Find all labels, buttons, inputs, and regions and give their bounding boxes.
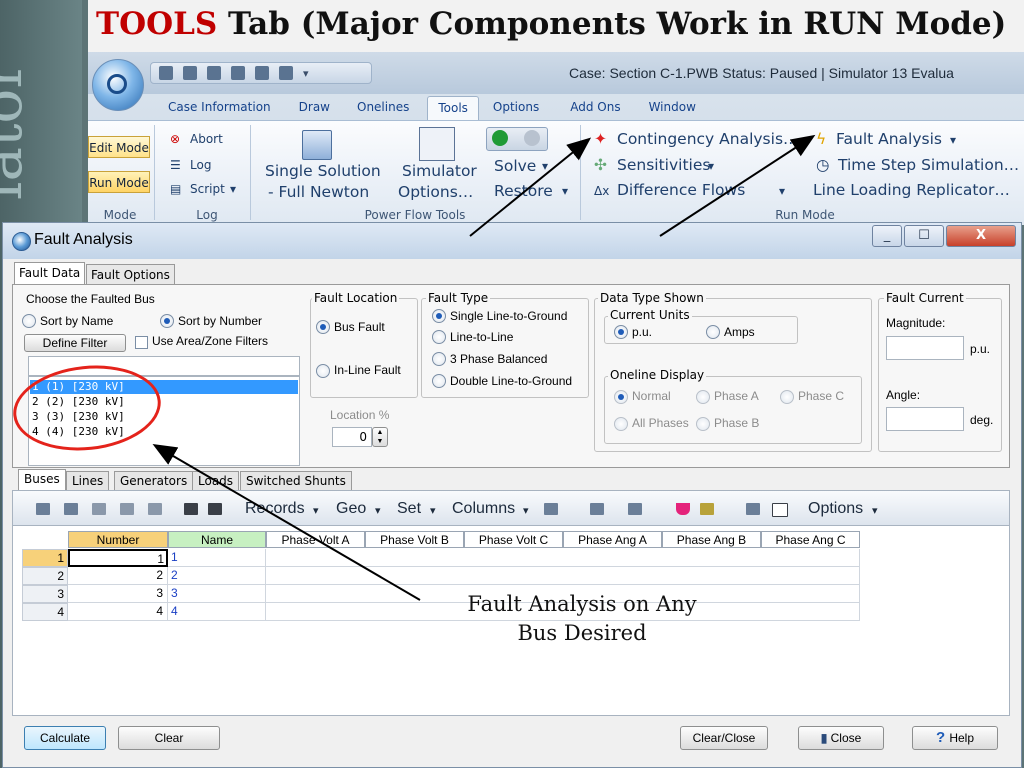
arrow-to-contingency [469,137,592,237]
arrow-to-bus-list [152,443,421,601]
arrow-to-fault-analysis [659,134,816,237]
annotation-arrows [152,134,816,601]
